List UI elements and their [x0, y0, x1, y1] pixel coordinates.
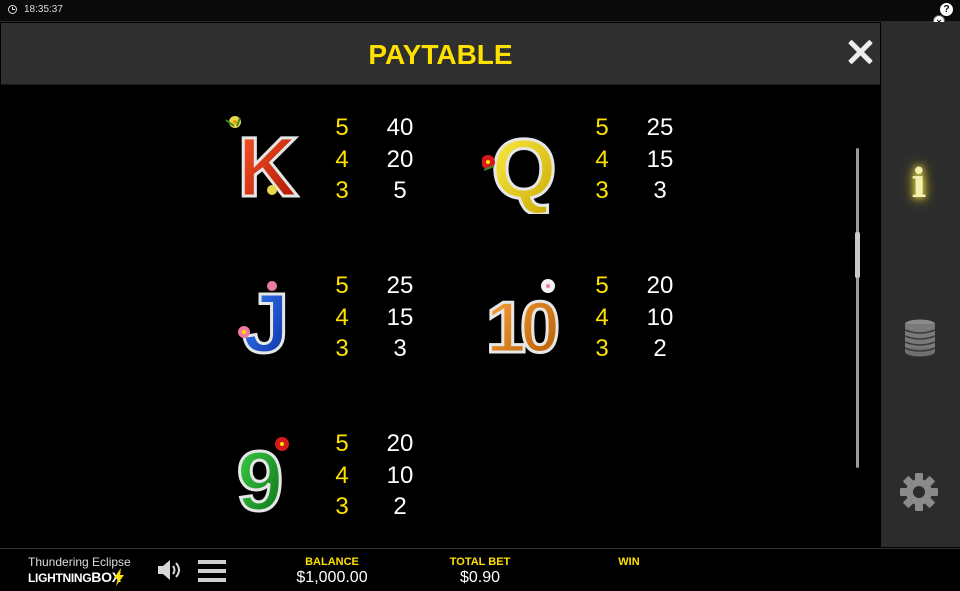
pay-row: 4 10 [592, 304, 712, 336]
pay-row: 5 25 [332, 272, 452, 304]
pay-row: 33 [592, 177, 712, 209]
info-button[interactable]: i [899, 160, 939, 208]
symbol-entry-k: K 5 40 4 20 35 [222, 114, 462, 224]
scrollbar-thumb[interactable] [855, 232, 860, 278]
menu-icon-bar [198, 578, 226, 582]
pay-count: 3 [335, 493, 349, 520]
pay-row: 35 [332, 177, 452, 209]
menu-icon-bar [198, 569, 226, 573]
symbol-9-icon: 9 [235, 433, 289, 530]
pay-row: 4 10 [332, 462, 452, 494]
paytable-values-9: 5 20 4 10 32 [332, 430, 452, 525]
pay-value: 5 [393, 177, 407, 204]
pay-value: 15 [386, 303, 414, 331]
win-label: WIN [618, 556, 640, 568]
balance-meter: BALANCE $1,000.00 [280, 556, 384, 587]
menu-button[interactable] [198, 558, 226, 584]
pay-value: 20 [646, 272, 674, 299]
gear-icon[interactable] [899, 472, 939, 512]
help-icon[interactable]: ? [940, 3, 953, 16]
status-bar: 18:35:37 ? × [0, 0, 960, 27]
scrollbar-track[interactable] [856, 148, 859, 468]
pay-value: 3 [393, 335, 407, 362]
pay-row: 4 15 [592, 146, 712, 178]
pay-value: 25 [646, 114, 674, 141]
menu-icon-bar [198, 560, 226, 564]
side-panel: i [881, 22, 960, 547]
pay-row: 5 20 [592, 272, 712, 304]
pay-count: 4 [335, 145, 349, 173]
pay-row: 32 [592, 335, 712, 367]
symbol-k-icon: K [225, 116, 300, 214]
game-name: Thundering Eclipse [28, 555, 131, 569]
paytable-values-10: 5 20 4 10 32 [592, 272, 712, 367]
balance-value: $1,000.00 [296, 569, 368, 586]
pay-row: 4 15 [332, 304, 452, 336]
symbol-entry-j: J 5 25 4 15 33 [222, 272, 462, 382]
close-button[interactable] [843, 36, 877, 70]
pay-count: 4 [335, 461, 349, 489]
clock-time: 18:35:37 [24, 4, 63, 15]
pay-value: 25 [386, 272, 414, 299]
pay-row: 4 20 [332, 146, 452, 178]
pay-count: 4 [595, 303, 609, 331]
speaker-icon[interactable] [156, 558, 184, 582]
pay-value: 20 [386, 145, 414, 173]
pay-count: 4 [335, 303, 349, 331]
pay-value: 15 [646, 145, 674, 173]
svg-text:K: K [238, 120, 299, 214]
brand-logo: LIGHTNINGBOX [28, 569, 121, 585]
pay-value: 2 [393, 493, 407, 520]
pay-value: 2 [653, 335, 667, 362]
win-meter: WIN [604, 556, 654, 568]
paytable-header: PAYTABLE [1, 23, 880, 85]
balance-label: BALANCE [305, 556, 359, 568]
symbol-q-icon: Q [482, 121, 558, 214]
total-bet-label: TOTAL BET [449, 556, 511, 568]
bottom-bar: Thundering Eclipse LIGHTNINGBOX BALANCE … [0, 548, 960, 591]
symbol-entry-q: Q 5 25 4 15 33 [482, 114, 722, 224]
coins-icon[interactable] [901, 318, 939, 358]
svg-text:10: 10 [486, 288, 558, 368]
pay-row: 33 [332, 335, 452, 367]
symbol-entry-10: 10 5 20 4 10 32 [482, 272, 722, 382]
symbol-j-icon: J [238, 275, 291, 372]
pay-count: 5 [595, 114, 609, 141]
pay-value: 3 [653, 177, 667, 204]
lightning-bolt-icon [114, 568, 124, 586]
pay-count: 3 [335, 335, 349, 362]
total-bet-value: $0.90 [459, 569, 501, 586]
pay-row: 5 25 [592, 114, 712, 146]
pay-value: 40 [386, 114, 414, 141]
svg-text:Q: Q [491, 122, 556, 214]
pay-count: 3 [595, 335, 609, 362]
pay-row: 5 20 [332, 430, 452, 462]
total-bet-meter: TOTAL BET $0.90 [440, 556, 520, 587]
clock-icon [8, 5, 17, 14]
pay-count: 5 [335, 430, 349, 457]
info-icon: i [911, 160, 927, 207]
pay-count: 5 [335, 272, 349, 299]
pay-count: 4 [595, 145, 609, 173]
paytable-values-q: 5 25 4 15 33 [592, 114, 712, 209]
pay-row: 32 [332, 493, 452, 525]
brand-logo-part1: LIGHTNING [28, 571, 92, 585]
pay-count: 3 [595, 177, 609, 204]
svg-text:J: J [243, 276, 290, 370]
pay-count: 5 [595, 272, 609, 299]
paytable-values-j: 5 25 4 15 33 [332, 272, 452, 367]
page-title: PAYTABLE [368, 39, 513, 70]
paytable-values-k: 5 40 4 20 35 [332, 114, 452, 209]
pay-value: 20 [386, 430, 414, 457]
symbol-10-icon: 10 [484, 279, 565, 370]
symbol-entry-9: 9 5 20 4 10 32 [222, 430, 462, 540]
pay-row: 5 40 [332, 114, 452, 146]
pay-value: 10 [386, 461, 414, 489]
pay-value: 10 [646, 303, 674, 331]
pay-count: 3 [335, 177, 349, 204]
pay-count: 5 [335, 114, 349, 141]
